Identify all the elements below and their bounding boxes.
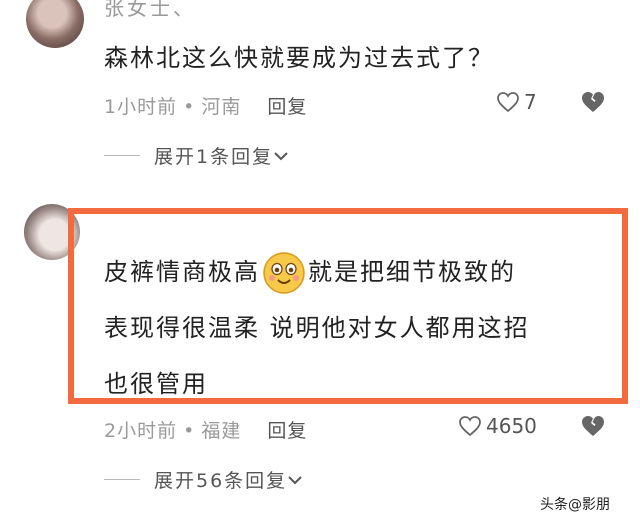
comment-location: 福建 <box>201 420 242 442</box>
watermark: 头条@影朋 <box>540 497 610 513</box>
separator-dot: • <box>183 420 196 442</box>
like-count: 7 <box>524 90 537 114</box>
avatar[interactable] <box>26 0 84 48</box>
chevron-down-icon <box>274 151 288 160</box>
separator-dot: • <box>183 96 196 118</box>
divider-line <box>104 155 140 156</box>
comment-meta: 2小时前 • 福建 回复 <box>104 416 307 443</box>
comment-text-segment: 皮裤情商极高 <box>104 258 260 286</box>
smiling-emoji-icon <box>263 252 305 294</box>
like-button[interactable]: 7 <box>496 90 537 114</box>
comment-time: 2小时前 <box>104 420 178 442</box>
heart-icon <box>459 416 481 437</box>
broken-heart-icon <box>582 416 604 436</box>
chevron-down-icon <box>288 475 302 484</box>
like-button[interactable]: 4650 <box>458 414 537 438</box>
reply-button[interactable]: 回复 <box>267 420 307 442</box>
comment-meta: 1小时前 • 河南 回复 <box>104 92 307 119</box>
comment-text-segment: 就是把细节极致的 <box>308 258 516 286</box>
comment-text: 皮裤情商极高 就是把细节极致的 表现得很温柔 说明他对女人都用这招 也很管用 <box>104 244 624 412</box>
dislike-button[interactable] <box>580 414 606 442</box>
expand-replies[interactable]: 展开56条回复 <box>104 466 303 493</box>
comment-time: 1小时前 <box>104 96 178 118</box>
heart-icon <box>497 92 519 113</box>
comment-location: 河南 <box>201 96 242 118</box>
reply-button[interactable]: 回复 <box>267 96 307 118</box>
dislike-button[interactable] <box>580 90 606 118</box>
expand-label: 展开1条回复 <box>154 146 274 168</box>
comment-text-segment: 表现得很温柔 说明他对女人都用这招 <box>104 314 530 342</box>
broken-heart-icon <box>582 92 604 112</box>
comment-text-segment: 也很管用 <box>104 370 208 398</box>
username[interactable]: 张女士、 <box>104 0 196 21</box>
expand-label: 展开56条回复 <box>154 470 288 492</box>
comment-text: 森林北这么快就要成为过去式了？ <box>104 44 494 72</box>
like-count: 4650 <box>486 414 537 438</box>
expand-replies[interactable]: 展开1条回复 <box>104 142 289 169</box>
divider-line <box>104 479 140 480</box>
